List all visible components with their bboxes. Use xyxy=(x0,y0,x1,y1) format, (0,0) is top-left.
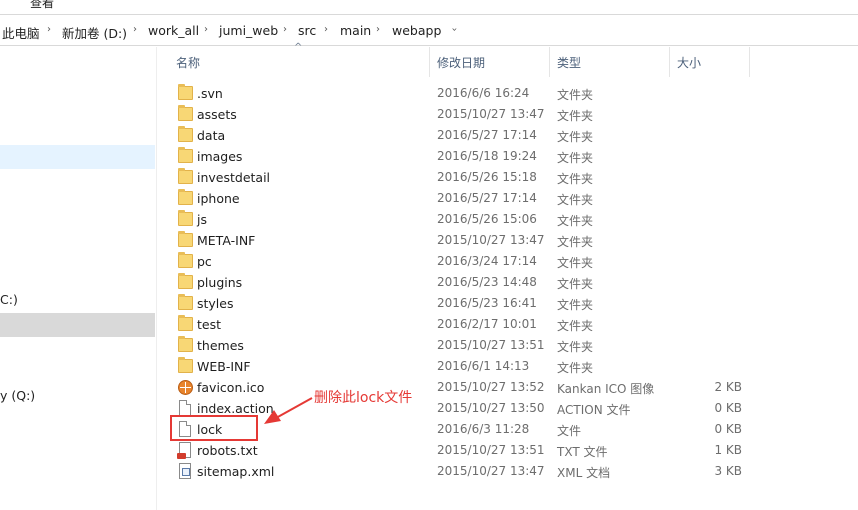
annotation-arrow xyxy=(264,397,313,424)
annotation-text: 删除此lock文件 xyxy=(314,390,413,406)
arrow-head xyxy=(264,410,281,424)
arrow-shaft xyxy=(275,397,313,419)
